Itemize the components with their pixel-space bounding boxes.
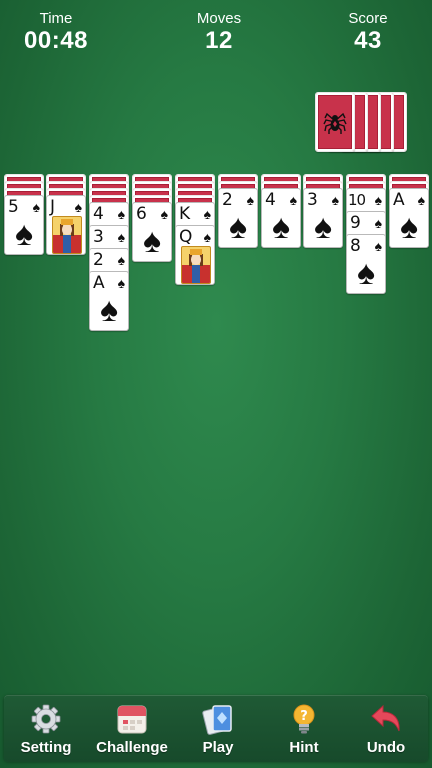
spade-icon: ♠ xyxy=(74,199,82,215)
spade-icon: ♠ xyxy=(117,229,125,245)
setting-button[interactable]: Setting xyxy=(4,696,88,762)
spade-icon: ♠ xyxy=(331,192,339,208)
card-rank: A xyxy=(93,273,105,293)
challenge-button[interactable]: Challenge xyxy=(90,696,174,762)
challenge-label: Challenge xyxy=(96,739,168,756)
card-rank: A xyxy=(393,190,405,210)
cards-icon xyxy=(202,705,232,735)
hint-button[interactable]: ? Hint xyxy=(262,696,346,762)
card-rank: 6 xyxy=(136,204,147,224)
undo-button[interactable]: Undo xyxy=(344,696,428,762)
spade-icon: ♠ xyxy=(356,254,376,292)
card-rank: 3 xyxy=(307,190,318,210)
undo-label: Undo xyxy=(366,739,406,756)
spade-icon: ♠ xyxy=(142,222,162,260)
hint-label: Hint xyxy=(289,739,319,756)
svg-text:?: ? xyxy=(300,709,308,724)
jack-portrait xyxy=(52,216,82,254)
timer: Time 00:48 xyxy=(6,10,106,54)
card-rank: 5 xyxy=(8,197,19,217)
spade-icon: ♠ xyxy=(246,192,254,208)
spade-icon: ♠ xyxy=(117,252,125,268)
spade-icon: ♠ xyxy=(203,206,211,222)
time-label: Time xyxy=(39,10,73,27)
play-button[interactable]: Play xyxy=(176,696,260,762)
card-J-spades[interactable]: J ♠ xyxy=(46,195,86,255)
spade-icon: ♠ xyxy=(399,208,419,246)
card-rank: 4 xyxy=(265,190,276,210)
queen-portrait xyxy=(181,246,211,284)
card-A-spades[interactable]: A ♠ ♠ xyxy=(89,271,129,331)
spade-icon: ♠ xyxy=(99,291,119,329)
spade-icon: ♠ xyxy=(374,192,382,208)
spade-icon: ♠ xyxy=(374,238,382,254)
card-3-spades[interactable]: 3 ♠ ♠ xyxy=(303,188,343,248)
spade-icon: ♠ xyxy=(313,208,333,246)
spider-icon xyxy=(323,112,347,134)
card-rank: 10 xyxy=(348,191,366,209)
score-counter: Score 43 xyxy=(318,10,418,54)
card-rank: J xyxy=(50,197,56,217)
play-label: Play xyxy=(202,739,234,756)
score-label: Score xyxy=(348,10,388,27)
spade-icon: ♠ xyxy=(271,208,291,246)
spade-icon: ♠ xyxy=(417,192,425,208)
spade-icon: ♠ xyxy=(203,229,211,245)
spade-icon: ♠ xyxy=(228,208,248,246)
setting-label: Setting xyxy=(20,739,72,756)
card-5-spades[interactable]: 5 ♠ ♠ xyxy=(4,195,44,255)
spade-icon: ♠ xyxy=(14,215,34,253)
card-8-spades[interactable]: 8 ♠ ♠ xyxy=(346,234,386,294)
time-value: 00:48 xyxy=(24,27,88,54)
card-2-spades[interactable]: 2 ♠ ♠ xyxy=(218,188,258,248)
gear-icon xyxy=(31,704,61,734)
calendar-icon xyxy=(117,705,147,734)
card-Q-spades[interactable]: Q ♠ xyxy=(175,225,215,285)
moves-label: Moves xyxy=(196,10,242,27)
card-rank: 2 xyxy=(93,250,104,270)
card-rank: 3 xyxy=(93,227,104,247)
spade-icon: ♠ xyxy=(374,215,382,231)
card-rank: 9 xyxy=(350,213,361,233)
spade-icon: ♠ xyxy=(289,192,297,208)
card-4-spades[interactable]: 4 ♠ ♠ xyxy=(261,188,301,248)
card-rank: K xyxy=(179,204,191,224)
moves-counter: Moves 12 xyxy=(169,10,269,54)
stock-pile[interactable] xyxy=(315,92,410,154)
bottom-toolbar: Setting Challenge Play ? Hint Undo xyxy=(4,696,428,762)
score-value: 43 xyxy=(354,27,382,54)
spade-icon: ♠ xyxy=(117,275,125,291)
card-rank: 4 xyxy=(93,204,104,224)
spade-icon: ♠ xyxy=(160,206,168,222)
lightbulb-icon: ? xyxy=(293,704,315,734)
card-rank: 8 xyxy=(350,236,361,256)
card-rank: Q xyxy=(179,227,193,247)
card-6-spades[interactable]: 6 ♠ ♠ xyxy=(132,202,172,262)
card-rank: 2 xyxy=(222,190,233,210)
moves-value: 12 xyxy=(205,27,233,54)
spade-icon: ♠ xyxy=(117,206,125,222)
spade-icon: ♠ xyxy=(32,199,40,215)
undo-arrow-icon xyxy=(371,704,400,732)
stock-card-back[interactable] xyxy=(315,92,355,152)
card-A-spades[interactable]: A ♠ ♠ xyxy=(389,188,429,248)
